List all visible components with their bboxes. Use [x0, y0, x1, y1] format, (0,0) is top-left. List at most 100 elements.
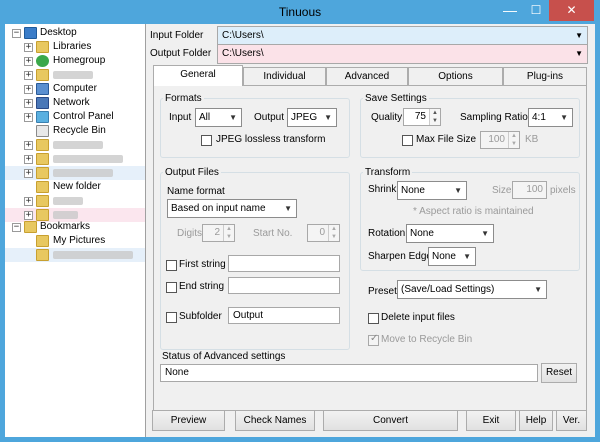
tree-item-folder[interactable]: +	[5, 138, 145, 152]
formats-title: Formats	[163, 93, 204, 105]
tree-item-network[interactable]: + Network	[5, 96, 145, 110]
subfolder-input[interactable]: Output	[228, 307, 340, 324]
tree-item-libraries[interactable]: + Libraries	[5, 40, 145, 54]
tree-item-homegroup[interactable]: + Homegroup	[5, 54, 145, 68]
expand-icon[interactable]: +	[24, 197, 33, 206]
move-to-recycle-bin-checkbox[interactable]	[368, 333, 379, 346]
expand-icon[interactable]: +	[24, 43, 33, 52]
tab-options[interactable]: Options	[408, 67, 503, 86]
minimize-button[interactable]: —	[497, 0, 523, 21]
tree-label: Recycle Bin	[53, 125, 106, 136]
tree-label: Desktop	[40, 27, 77, 38]
tab-advanced[interactable]: Advanced	[326, 67, 408, 86]
tree-item-recycle-bin[interactable]: Recycle Bin	[5, 124, 145, 138]
tree-item-folder[interactable]: +	[5, 166, 145, 180]
end-string-checkbox[interactable]	[166, 282, 177, 293]
expand-icon[interactable]: +	[24, 71, 33, 80]
sampling-ratio-select[interactable]: 4:1 ▼	[528, 108, 573, 127]
redacted-label	[53, 251, 133, 259]
collapse-icon[interactable]: −	[12, 29, 21, 38]
save-settings-title: Save Settings	[363, 93, 429, 105]
expand-icon[interactable]: +	[24, 155, 33, 164]
ver-button[interactable]: Ver.	[556, 410, 587, 431]
chevron-down-icon: ▼	[463, 252, 471, 261]
size-label: Size	[492, 185, 512, 196]
delete-input-files-label: Delete input files	[381, 312, 455, 323]
tree-item-bookmarks[interactable]: − Bookmarks	[5, 220, 145, 234]
spin-arrows-icon[interactable]: ▲ ▼	[328, 225, 339, 241]
output-format-select[interactable]: JPEG ▼	[287, 108, 337, 127]
max-file-size-checkbox[interactable]	[402, 135, 413, 146]
status-label: Status of Advanced settings	[162, 351, 286, 362]
preview-button[interactable]: Preview	[152, 410, 225, 431]
expand-icon[interactable]: +	[24, 141, 33, 150]
start-no-label: Start No.	[253, 228, 293, 239]
expand-icon[interactable]: +	[24, 85, 33, 94]
chevron-down-icon: ▼	[481, 229, 489, 238]
sharpen-edge-select[interactable]: None ▼	[428, 247, 476, 266]
input-folder-field[interactable]: C:\Users\ ▼	[217, 26, 588, 46]
expand-icon[interactable]: +	[24, 169, 33, 178]
output-folder-field[interactable]: C:\Users\ ▼	[217, 44, 588, 64]
spin-arrows-icon[interactable]: ▲ ▼	[508, 132, 519, 148]
start-no-spinner[interactable]: 0 ▲ ▼	[307, 224, 340, 242]
libraries-icon	[36, 41, 49, 53]
tree-item-user[interactable]: +	[5, 68, 145, 82]
rotation-select[interactable]: None ▼	[406, 224, 494, 243]
expand-icon[interactable]: +	[24, 211, 33, 220]
shrink-select[interactable]: None ▼	[397, 181, 467, 200]
tree-item-folder[interactable]: +	[5, 194, 145, 208]
expand-icon[interactable]: +	[24, 113, 33, 122]
help-button[interactable]: Help	[519, 410, 553, 431]
expand-icon[interactable]: +	[24, 57, 33, 66]
input-format-select[interactable]: All ▼	[195, 108, 242, 127]
computer-icon	[36, 83, 49, 95]
tab-general[interactable]: General	[153, 65, 243, 86]
chevron-down-icon[interactable]: ▼	[575, 45, 583, 63]
reset-button[interactable]: Reset	[541, 363, 577, 383]
tree-item-folder[interactable]: +	[5, 152, 145, 166]
digits-label: Digits	[177, 228, 203, 239]
tab-individual[interactable]: Individual	[243, 67, 326, 86]
client-area: − Desktop + Libraries + Homegroup + + Co…	[5, 24, 595, 437]
convert-button[interactable]: Convert	[323, 410, 458, 431]
spin-arrows-icon[interactable]: ▲ ▼	[223, 225, 234, 241]
sampling-ratio-value: 4:1	[532, 112, 546, 123]
first-string-checkbox[interactable]	[166, 260, 177, 271]
name-format-select[interactable]: Based on input name ▼	[167, 199, 297, 218]
size-input[interactable]: 100	[512, 181, 547, 199]
collapse-icon[interactable]: −	[12, 223, 21, 232]
chevron-down-icon[interactable]: ▼	[575, 27, 583, 45]
tree-item-my-pictures[interactable]: My Pictures	[5, 234, 145, 248]
tree-item-desktop[interactable]: − Desktop	[5, 26, 145, 40]
maximize-button[interactable]: ☐	[523, 0, 549, 21]
output-format-label: Output	[254, 112, 285, 123]
digits-spinner[interactable]: 2 ▲ ▼	[202, 224, 235, 242]
tree-item-control-panel[interactable]: + Control Panel	[5, 110, 145, 124]
spin-arrows-icon[interactable]: ▲ ▼	[429, 109, 440, 125]
tree-item-new-folder[interactable]: New folder	[5, 180, 145, 194]
expand-icon[interactable]: +	[24, 99, 33, 108]
tree-label: Homegroup	[53, 55, 106, 66]
exit-button[interactable]: Exit	[466, 410, 516, 431]
tree-label: Control Panel	[53, 111, 114, 122]
redacted-label	[53, 155, 123, 163]
check-names-button[interactable]: Check Names	[235, 410, 315, 431]
end-string-input[interactable]	[228, 277, 340, 294]
folder-tree[interactable]: − Desktop + Libraries + Homegroup + + Co…	[5, 24, 146, 437]
tree-item-folder[interactable]	[5, 248, 145, 262]
quality-label: Quality	[371, 112, 403, 123]
homegroup-icon	[36, 55, 49, 67]
preset-select[interactable]: (Save/Load Settings) ▼	[397, 280, 547, 299]
max-file-size-spinner[interactable]: 100 ▲ ▼	[480, 131, 520, 149]
quality-spinner[interactable]: 75 ▲ ▼	[403, 108, 441, 126]
tab-plug-ins[interactable]: Plug-ins	[503, 67, 587, 86]
jpeg-lossless-checkbox[interactable]	[201, 135, 212, 146]
folder-icon	[36, 153, 49, 165]
subfolder-checkbox[interactable]	[166, 312, 177, 323]
preset-value: (Save/Load Settings)	[401, 284, 495, 295]
tree-item-computer[interactable]: + Computer	[5, 82, 145, 96]
first-string-input[interactable]	[228, 255, 340, 272]
delete-input-files-checkbox[interactable]	[368, 313, 379, 324]
close-button[interactable]: ✕	[549, 0, 594, 21]
